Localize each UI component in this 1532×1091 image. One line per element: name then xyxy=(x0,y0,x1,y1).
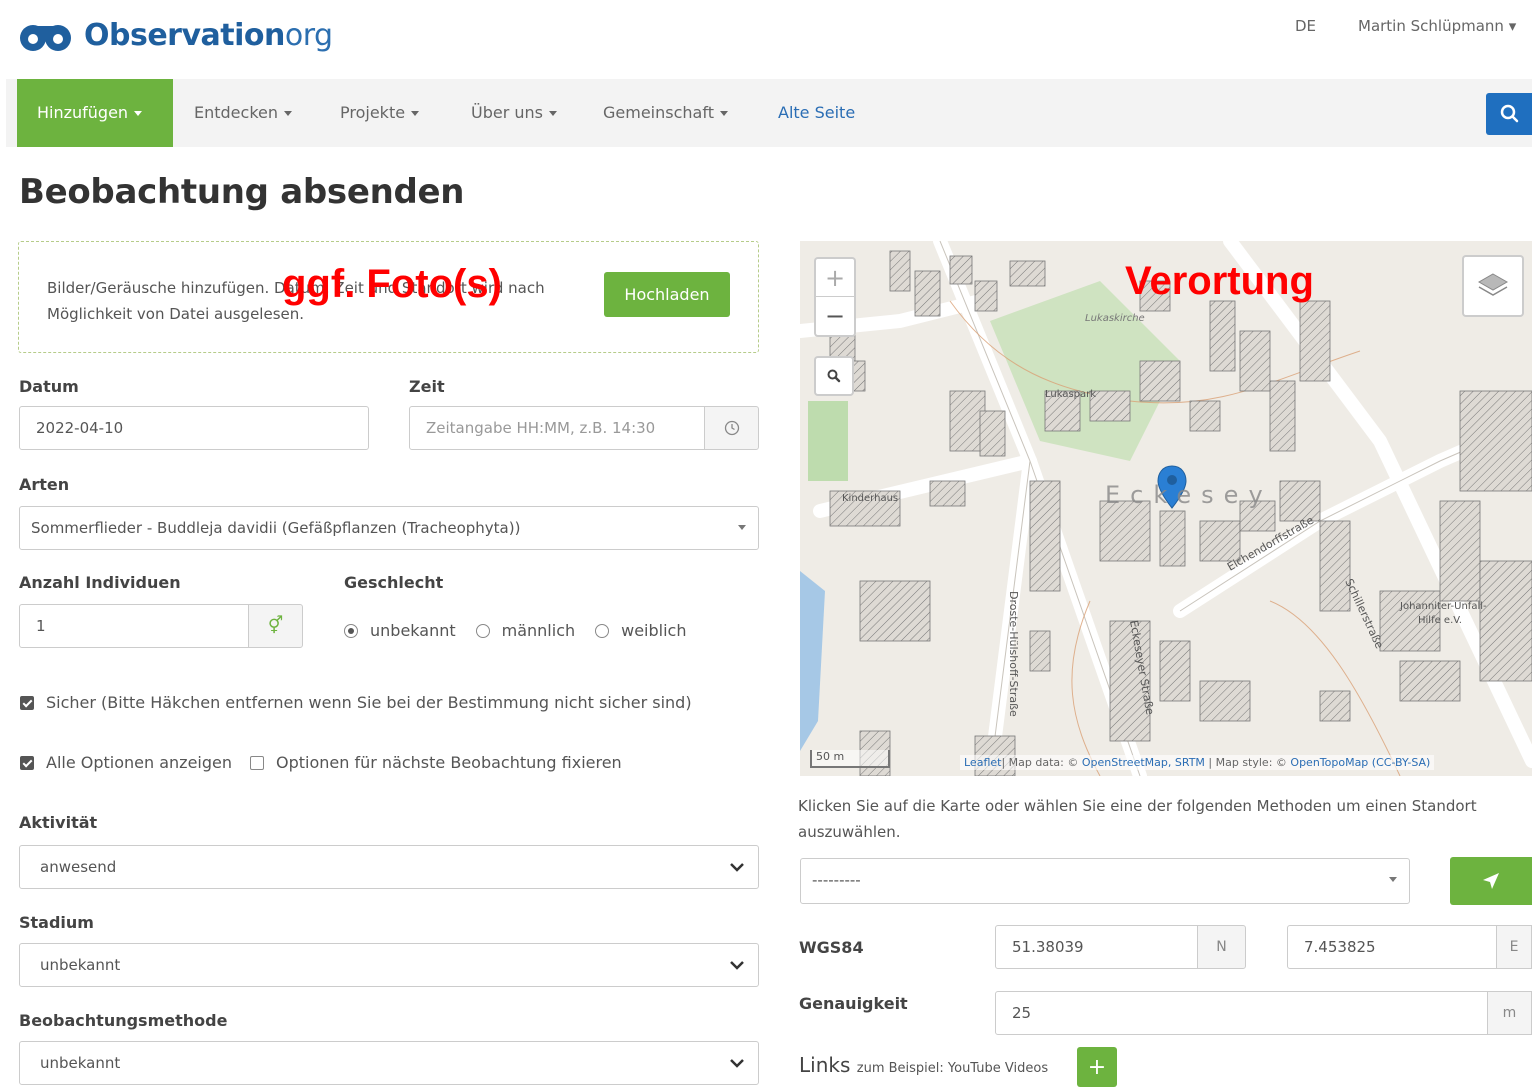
links-hint: zum Beispiel: YouTube Videos xyxy=(856,1061,1049,1076)
accuracy-label: Genauigkeit xyxy=(799,994,908,1013)
annotation-photo: ggf. Foto(s) xyxy=(282,262,502,306)
sure-checkbox-row[interactable]: Sicher (Bitte Häkchen entfernen wenn Sie… xyxy=(20,693,692,712)
method-select[interactable]: unbekannt xyxy=(19,1041,759,1085)
count-label: Anzahl Individuen xyxy=(19,573,181,592)
options-checkbox-row: Alle Optionen anzeigen Optionen für näch… xyxy=(20,753,622,772)
locate-me-button[interactable] xyxy=(1450,857,1532,905)
all-options-checkbox[interactable] xyxy=(20,755,34,770)
svg-text:Hilfe e.V.: Hilfe e.V. xyxy=(1418,615,1462,626)
binoculars-icon xyxy=(20,24,71,51)
count-input[interactable]: 1 xyxy=(19,604,249,648)
activity-label: Aktivität xyxy=(19,813,98,832)
sex-symbol-icon[interactable]: ⚥ xyxy=(248,604,303,648)
chevron-down-icon xyxy=(730,961,744,970)
zoom-out-button[interactable]: − xyxy=(816,297,854,335)
nav-add[interactable]: Hinzufügen xyxy=(17,79,173,147)
links-label: Links zum Beispiel: YouTube Videos xyxy=(799,1053,1049,1077)
date-input[interactable]: 2022-04-10 xyxy=(19,406,369,450)
latitude-unit: N xyxy=(1197,925,1246,969)
stage-label: Stadium xyxy=(19,913,94,932)
chevron-down-icon xyxy=(738,525,746,530)
svg-text:Kinderhaus: Kinderhaus xyxy=(842,493,898,504)
sex-label: Geschlecht xyxy=(344,573,444,592)
zoom-control: + − xyxy=(814,257,856,337)
search-icon xyxy=(1500,104,1519,123)
species-label: Arten xyxy=(19,475,70,494)
upload-button[interactable]: Hochladen xyxy=(604,272,730,317)
latitude-input[interactable]: 51.38039 xyxy=(995,925,1198,969)
map-scale: 50 m xyxy=(810,750,890,768)
stage-select[interactable]: unbekannt xyxy=(19,943,759,987)
svg-text:Lukaspark: Lukaspark xyxy=(1045,389,1096,400)
map-attribution: Leaflet| Map data: © OpenStreetMap, SRTM… xyxy=(960,755,1435,770)
map-tiles: Lukaspark Lukaskirche Kinderhaus Johanni… xyxy=(800,241,1532,776)
svg-text:Eckesey: Eckesey xyxy=(1105,481,1273,509)
wgs84-label: WGS84 xyxy=(799,938,864,957)
sure-checkbox[interactable] xyxy=(20,695,34,710)
zoom-in-button[interactable]: + xyxy=(816,259,854,297)
annotation-location: Verortung xyxy=(1125,259,1314,303)
time-input[interactable]: Zeitangabe HH:MM, z.B. 14:30 xyxy=(409,406,705,450)
svg-text:Lukaskirche: Lukaskirche xyxy=(1085,313,1145,324)
svg-text:Droste-Hülshoff-Straße: Droste-Hülshoff-Straße xyxy=(1007,591,1020,717)
layers-control[interactable] xyxy=(1462,255,1524,317)
map-search-control[interactable] xyxy=(814,356,854,396)
user-menu[interactable]: Martin Schlüpmann ▾ xyxy=(1358,17,1516,35)
sex-female-radio[interactable] xyxy=(595,623,610,638)
nav-discover[interactable]: Entdecken xyxy=(194,79,292,147)
nav-old-site[interactable]: Alte Seite xyxy=(778,79,855,147)
chevron-down-icon xyxy=(730,1059,744,1068)
sex-radio-group: unbekannt männlich weiblich xyxy=(344,621,706,640)
date-label: Datum xyxy=(19,377,79,396)
chevron-down-icon xyxy=(1389,877,1397,882)
method-label: Beobachtungsmethode xyxy=(19,1011,228,1030)
language-selector[interactable]: DE xyxy=(1295,17,1316,35)
sex-unknown-radio[interactable] xyxy=(344,623,358,638)
nav-community[interactable]: Gemeinschaft xyxy=(603,79,728,147)
site-logo[interactable]: Observationorg xyxy=(18,18,333,53)
search-icon xyxy=(827,369,841,383)
add-link-button[interactable]: + xyxy=(1077,1047,1117,1087)
sex-male-radio[interactable] xyxy=(475,623,490,638)
search-button[interactable] xyxy=(1486,93,1532,135)
logo-text: Observationorg xyxy=(84,18,333,53)
location-arrow-icon xyxy=(1483,873,1499,889)
accuracy-unit: m xyxy=(1487,991,1532,1035)
svg-text:Johanniter-Unfall-: Johanniter-Unfall- xyxy=(1399,601,1487,612)
location-help-text: Klicken Sie auf die Karte oder wählen Si… xyxy=(798,797,1477,841)
activity-select[interactable]: anwesend xyxy=(19,845,759,889)
location-method-select[interactable]: --------- xyxy=(800,858,1410,904)
fix-options-checkbox[interactable] xyxy=(250,755,265,770)
longitude-unit: E xyxy=(1496,925,1532,969)
clock-icon xyxy=(724,420,739,436)
accuracy-input[interactable]: 25 xyxy=(995,991,1488,1035)
time-picker-button[interactable] xyxy=(704,406,759,450)
nav-about[interactable]: Über uns xyxy=(471,79,557,147)
layers-icon xyxy=(1477,273,1509,296)
location-map[interactable]: Lukaspark Lukaskirche Kinderhaus Johanni… xyxy=(800,241,1532,776)
chevron-down-icon xyxy=(730,863,744,872)
time-label: Zeit xyxy=(409,377,445,396)
main-navbar: Hinzufügen Entdecken Projekte Über uns G… xyxy=(6,79,1532,147)
longitude-input[interactable]: 7.453825 xyxy=(1287,925,1497,969)
nav-projects[interactable]: Projekte xyxy=(340,79,420,147)
species-select[interactable]: Sommerflieder - Buddleja davidii (Gefäßp… xyxy=(19,506,759,550)
page-title: Beobachtung absenden xyxy=(19,172,465,212)
